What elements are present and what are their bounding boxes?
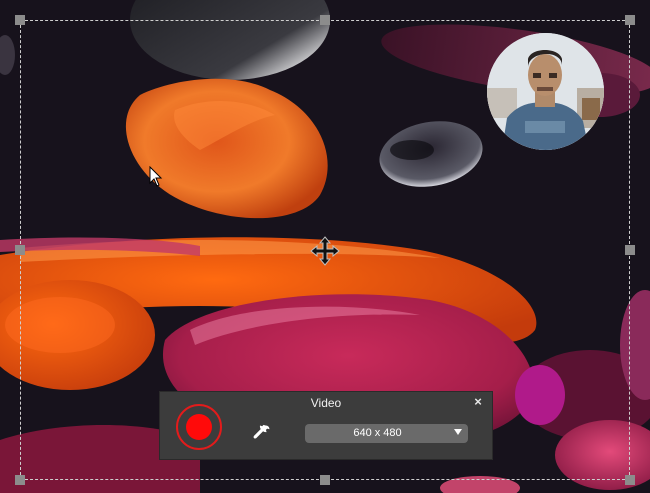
video-recorder-panel: Video × 640 x 480 (159, 391, 493, 460)
move-icon[interactable] (309, 235, 341, 267)
chevron-down-icon (454, 429, 462, 435)
resize-handle-top[interactable] (320, 15, 330, 25)
wrench-icon[interactable] (253, 424, 271, 442)
resize-handle-bottom[interactable] (320, 475, 330, 485)
resolution-value: 640 x 480 (353, 427, 402, 439)
record-icon (186, 414, 212, 440)
record-button[interactable] (176, 404, 222, 450)
webcam-overlay[interactable] (487, 33, 604, 150)
webcam-feed (487, 33, 604, 150)
resize-handle-bottom-right[interactable] (625, 475, 635, 485)
close-icon[interactable]: × (472, 395, 484, 409)
resize-handle-top-left[interactable] (15, 15, 25, 25)
resize-handle-left[interactable] (15, 245, 25, 255)
mouse-pointer-icon (149, 166, 163, 187)
resize-handle-right[interactable] (625, 245, 635, 255)
resolution-dropdown[interactable]: 640 x 480 (305, 424, 468, 443)
resize-handle-top-right[interactable] (625, 15, 635, 25)
resize-handle-bottom-left[interactable] (15, 475, 25, 485)
